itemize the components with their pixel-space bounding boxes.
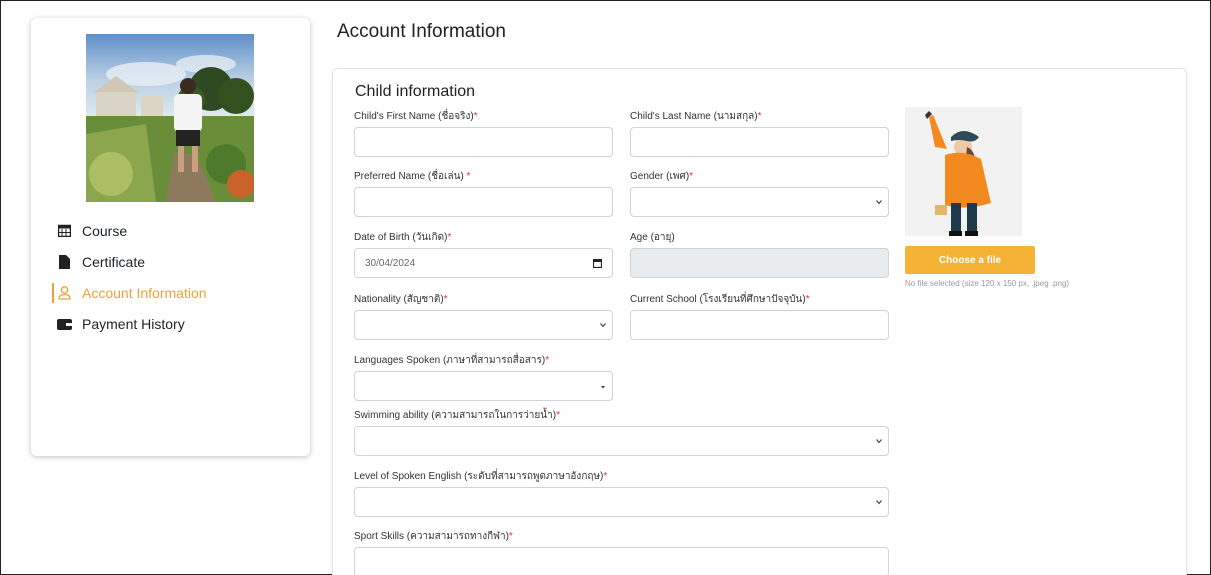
file-upload-note: No file selected (size 120 x 150 px, .jp… <box>905 279 1070 288</box>
sidebar-nav: Course Certificate Account Information P… <box>52 215 293 339</box>
sidebar-item-account-information[interactable]: Account Information <box>52 277 293 308</box>
english-level-label: Level of Spoken English (ระดับที่สามารถพ… <box>354 471 608 482</box>
preferred-name-label: Preferred Name (ชื่อเล่น) * <box>354 171 471 182</box>
dob-value: 30/04/2024 <box>365 257 416 269</box>
last-name-input[interactable] <box>630 127 889 157</box>
calendar-icon <box>55 223 73 239</box>
chevron-down-icon <box>600 323 606 328</box>
sidebar-item-label: Certificate <box>82 253 146 270</box>
calendar-picker-icon[interactable] <box>593 258 602 268</box>
user-icon <box>55 285 73 301</box>
sidebar-item-payment-history[interactable]: Payment History <box>53 308 293 339</box>
page-title: Account Information <box>337 21 506 42</box>
sidebar-item-label: Payment History <box>82 315 185 332</box>
current-school-label: Current School (โรงเรียนที่ศึกษาปัจจุบัน… <box>630 294 810 305</box>
chevron-down-icon <box>876 200 882 205</box>
profile-photo <box>86 34 254 202</box>
sidebar-item-course[interactable]: Course <box>53 215 293 246</box>
dob-input[interactable]: 30/04/2024 <box>354 248 613 278</box>
section-title: Child information <box>355 83 476 100</box>
english-level-select[interactable] <box>354 487 889 517</box>
preferred-name-input[interactable] <box>354 187 613 217</box>
child-photo-preview <box>905 107 1022 236</box>
first-name-label: Child's First Name (ชื่อจริง)* <box>354 111 478 122</box>
file-icon <box>55 254 73 270</box>
age-input <box>630 248 889 278</box>
choose-file-button[interactable]: Choose a file <box>905 246 1035 274</box>
gender-select[interactable] <box>630 187 889 217</box>
current-school-input[interactable] <box>630 310 889 340</box>
gender-label: Gender (เพศ)* <box>630 171 694 182</box>
nationality-label: Nationality (สัญชาติ)* <box>354 294 448 305</box>
chevron-down-icon <box>876 500 882 505</box>
sport-skills-input[interactable] <box>354 547 889 575</box>
sport-skills-label: Sport Skills (ความสามารถทางกีฬา)* <box>354 531 513 542</box>
languages-label: Languages Spoken (ภาษาที่สามารถสื่อสาร)* <box>354 355 550 366</box>
nationality-select[interactable] <box>354 310 613 340</box>
swimming-select[interactable] <box>354 426 889 456</box>
sidebar-item-label: Account Information <box>82 284 207 301</box>
first-name-input[interactable] <box>354 127 613 157</box>
sidebar-item-label: Course <box>82 222 128 239</box>
sidebar-item-certificate[interactable]: Certificate <box>53 246 293 277</box>
caret-down-icon <box>601 386 605 389</box>
swimming-label: Swimming ability (ความสามารถในการว่ายน้ำ… <box>354 410 560 421</box>
age-label: Age (อายุ) <box>630 232 675 243</box>
last-name-label: Child's Last Name (นามสกุล)* <box>630 111 762 122</box>
chevron-down-icon <box>876 439 882 444</box>
sidebar-card: Course Certificate Account Information P… <box>31 18 310 456</box>
wallet-icon <box>55 316 73 332</box>
dob-label: Date of Birth (วันเกิด)* <box>354 232 452 243</box>
languages-select[interactable] <box>354 371 613 401</box>
